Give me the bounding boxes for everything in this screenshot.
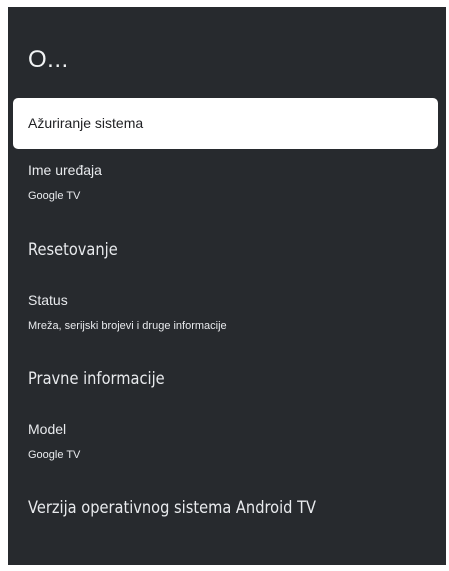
- menu-item-sublabel: Google TV: [28, 449, 81, 461]
- menu-item-label: Model: [28, 421, 67, 437]
- page-title: O...: [28, 46, 69, 73]
- menu-item-label: Verzija operativnog sistema Android TV: [28, 498, 317, 518]
- menu-item-label: Status: [28, 292, 68, 308]
- menu-item-label: Ažuriranje sistema: [28, 115, 144, 131]
- settings-panel: O... Ažuriranje sistema Ime uređaja Goog…: [8, 7, 446, 565]
- menu-item-label: Pravne informacije: [28, 369, 165, 389]
- menu-item-model[interactable]: Model Google TV: [13, 420, 438, 476]
- menu-item-label: Ime uređaja: [28, 162, 102, 178]
- menu-item-android-tv-os-version[interactable]: Verzija operativnog sistema Android TV: [13, 497, 438, 527]
- menu-item-legal-info[interactable]: Pravne informacije: [13, 368, 438, 398]
- menu-item-sublabel: Google TV: [28, 190, 81, 202]
- menu-item-device-name[interactable]: Ime uređaja Google TV: [13, 161, 438, 217]
- menu-item-label: Resetovanje: [28, 240, 118, 260]
- menu-item-status[interactable]: Status Mreža, serijski brojevi i druge i…: [13, 291, 438, 347]
- menu-item-sublabel: Mreža, serijski brojevi i druge informac…: [28, 320, 227, 332]
- menu-item-reset[interactable]: Resetovanje: [13, 239, 438, 269]
- menu-item-system-update[interactable]: Ažuriranje sistema: [13, 98, 438, 149]
